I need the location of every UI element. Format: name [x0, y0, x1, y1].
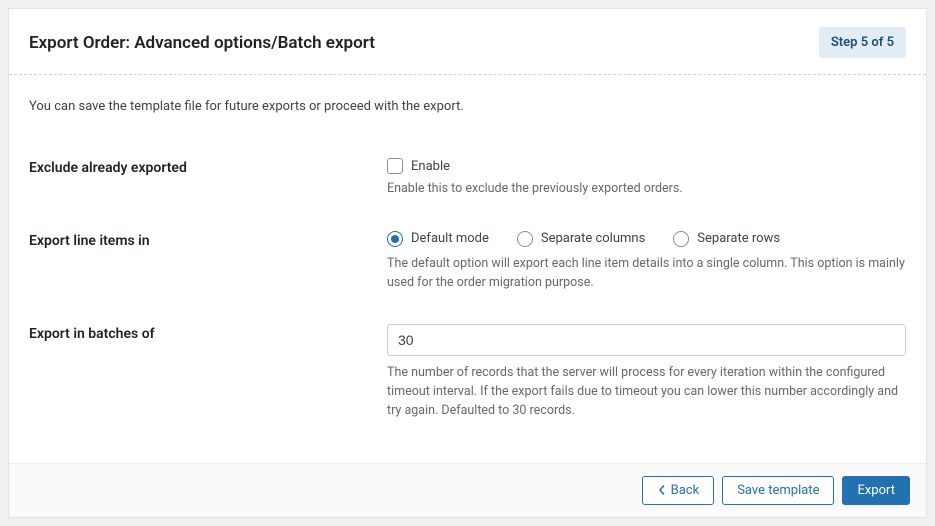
exclude-content: Enable Enable this to exclude the previo… — [387, 158, 906, 199]
line-items-content: Default mode Separate columns Separate r… — [387, 231, 906, 293]
radio-icon — [517, 231, 533, 247]
page-title: Export Order: Advanced options/Batch exp… — [29, 33, 375, 53]
radio-icon — [387, 231, 403, 247]
export-button[interactable]: Export — [842, 476, 910, 505]
batch-content: The number of records that the server wi… — [387, 324, 906, 420]
batch-help: The number of records that the server wi… — [387, 364, 906, 420]
back-button-label: Back — [671, 483, 700, 498]
radio-label: Separate columns — [541, 231, 645, 246]
exclude-check-line: Enable — [387, 158, 906, 174]
panel-body: You can save the template file for futur… — [9, 75, 926, 463]
exclude-label: Exclude already exported — [29, 158, 387, 176]
batch-row: Export in batches of The number of recor… — [29, 324, 906, 420]
line-items-row: Export line items in Default mode Separa… — [29, 231, 906, 293]
radio-separate-columns[interactable]: Separate columns — [517, 231, 645, 247]
panel-header: Export Order: Advanced options/Batch exp… — [9, 9, 926, 75]
export-panel: Export Order: Advanced options/Batch exp… — [8, 8, 927, 518]
radio-label: Separate rows — [697, 231, 780, 246]
chevron-left-icon — [657, 485, 667, 495]
exclude-checkbox-label: Enable — [411, 159, 450, 174]
radio-icon — [673, 231, 689, 247]
exclude-help: Enable this to exclude the previously ex… — [387, 180, 906, 199]
line-items-help: The default option will export each line… — [387, 255, 906, 293]
panel-footer: Back Save template Export — [9, 463, 926, 517]
step-badge: Step 5 of 5 — [819, 27, 906, 58]
line-items-label: Export line items in — [29, 231, 387, 249]
line-items-radios: Default mode Separate columns Separate r… — [387, 231, 906, 247]
radio-separate-rows[interactable]: Separate rows — [673, 231, 780, 247]
radio-default-mode[interactable]: Default mode — [387, 231, 489, 247]
intro-text: You can save the template file for futur… — [29, 99, 906, 114]
back-button[interactable]: Back — [642, 476, 715, 505]
radio-dot-icon — [391, 235, 399, 243]
radio-label: Default mode — [411, 231, 489, 246]
exclude-row: Exclude already exported Enable Enable t… — [29, 158, 906, 199]
save-template-button[interactable]: Save template — [722, 476, 834, 505]
exclude-checkbox[interactable] — [387, 158, 403, 174]
batch-input[interactable] — [387, 324, 906, 356]
batch-label: Export in batches of — [29, 324, 387, 342]
